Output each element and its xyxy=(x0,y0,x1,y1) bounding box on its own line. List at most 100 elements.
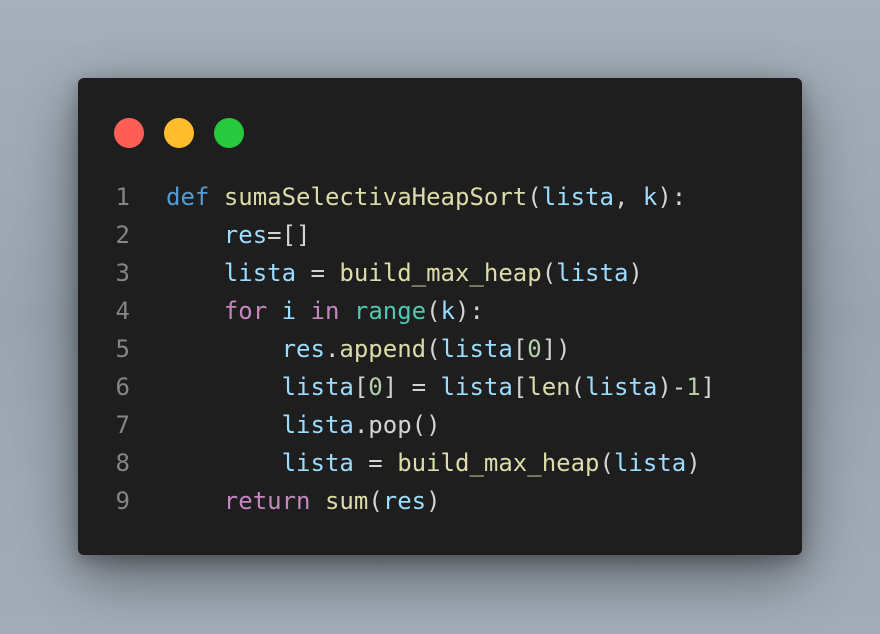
code-token: = xyxy=(353,449,398,477)
code-token: ( xyxy=(368,487,383,515)
code-token: sum xyxy=(324,487,369,515)
code-token: .pop() xyxy=(353,411,441,439)
code-text: def sumaSelectivaHeapSort(lista, k): xyxy=(166,178,686,216)
code-token: ) xyxy=(686,449,701,477)
code-token: ) xyxy=(628,259,643,287)
code-token: append xyxy=(339,335,427,363)
code-token: res xyxy=(382,487,427,515)
code-token: res xyxy=(223,221,268,249)
code-token: ) xyxy=(426,487,441,515)
code-token: sumaSelectivaHeapSort xyxy=(223,183,528,211)
code-token: lista xyxy=(556,259,629,287)
line-number: 9 xyxy=(115,487,130,515)
code-line: 3 lista = build_max_heap(lista) xyxy=(78,254,802,292)
code-token: [ xyxy=(512,335,528,363)
code-token: ] = xyxy=(382,373,441,401)
code-token: i xyxy=(281,297,297,325)
code-token: build_max_heap xyxy=(397,449,600,477)
code-token: lista xyxy=(585,373,658,401)
code-token: ): xyxy=(455,297,484,325)
code-line: 4 for i in range(k): xyxy=(78,292,802,330)
code-token: ] xyxy=(700,373,716,401)
code-token: k xyxy=(440,297,456,325)
code-line: 8 lista = build_max_heap(lista) xyxy=(78,444,802,482)
code-token: 0 xyxy=(527,335,542,363)
code-line: 2 res=[] xyxy=(78,216,802,254)
code-token: range xyxy=(353,297,427,325)
code-token: return xyxy=(223,487,311,515)
code-token: 1 xyxy=(686,373,701,401)
code-token: lista xyxy=(281,411,354,439)
code-token: . xyxy=(324,335,340,363)
code-line: 1 def sumaSelectivaHeapSort(lista, k): xyxy=(78,178,802,216)
code-token: ): xyxy=(657,183,687,211)
code-token: lista xyxy=(223,259,297,287)
code-text: lista[0] = lista[len(lista)-1] xyxy=(166,368,716,406)
code-token: lista xyxy=(541,183,614,211)
line-number: 5 xyxy=(115,335,130,363)
code-text: for i in range(k): xyxy=(166,292,484,330)
minimize-dot-icon[interactable] xyxy=(164,118,194,148)
code-token: lista xyxy=(281,449,354,477)
code-token: ( xyxy=(570,373,586,401)
line-number: 4 xyxy=(115,297,130,325)
code-line: 5 res.append(lista[0]) xyxy=(78,330,802,368)
code-token: res xyxy=(281,335,325,363)
code-token: def xyxy=(166,183,210,211)
code-token: ( xyxy=(541,259,557,287)
code-token: , xyxy=(613,183,643,211)
code-text: res=[] xyxy=(166,216,311,254)
code-token: ]) xyxy=(541,335,571,363)
code-token: ( xyxy=(426,297,441,325)
code-text: return sum(res) xyxy=(166,482,441,520)
maximize-dot-icon[interactable] xyxy=(214,118,244,148)
line-number: 2 xyxy=(115,221,130,249)
code-token: [ xyxy=(512,373,528,401)
line-number: 1 xyxy=(115,183,130,211)
code-token: [ xyxy=(353,373,369,401)
line-number: 3 xyxy=(115,259,130,287)
code-text: res.append(lista[0]) xyxy=(166,330,571,368)
line-number: 7 xyxy=(115,411,130,439)
code-token: 0 xyxy=(368,373,383,401)
line-number: 6 xyxy=(115,373,130,401)
close-dot-icon[interactable] xyxy=(114,118,144,148)
code-token: ( xyxy=(426,335,441,363)
code-text: lista = build_max_heap(lista) xyxy=(166,444,701,482)
code-token: lista xyxy=(440,335,513,363)
code-token: ( xyxy=(527,183,542,211)
code-token: in xyxy=(310,297,340,325)
code-block: 1 def sumaSelectivaHeapSort(lista, k): 2 r… xyxy=(78,178,802,520)
code-text: lista = build_max_heap(lista) xyxy=(166,254,643,292)
code-line: 9 return sum(res) xyxy=(78,482,802,520)
code-token: build_max_heap xyxy=(339,259,542,287)
code-token: lista xyxy=(440,373,513,401)
code-token: ( xyxy=(599,449,614,477)
code-token: = xyxy=(296,259,340,287)
code-token: for xyxy=(223,297,268,325)
code-text: lista.pop() xyxy=(166,406,441,444)
code-token: len xyxy=(527,373,571,401)
line-number: 8 xyxy=(115,449,130,477)
code-window: 1 def sumaSelectivaHeapSort(lista, k): 2 r… xyxy=(78,78,802,555)
code-token: =[] xyxy=(267,221,311,249)
code-token: lista xyxy=(281,373,354,401)
code-token: k xyxy=(642,183,658,211)
code-token: lista xyxy=(613,449,687,477)
code-line: 6 lista[0] = lista[len(lista)-1] xyxy=(78,368,802,406)
code-line: 7 lista.pop() xyxy=(78,406,802,444)
code-token: )- xyxy=(657,373,687,401)
